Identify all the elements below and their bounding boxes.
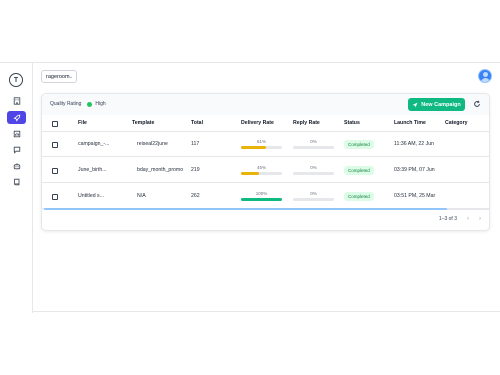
col-delivery-rate[interactable]: Delivery Rate [241,115,274,131]
col-category[interactable]: Category [445,115,468,131]
sidebar-item-chat[interactable] [7,143,26,156]
sidebar-item-dashboard[interactable] [7,94,26,107]
template-name: bday_month_promo [137,167,184,173]
col-file[interactable]: File [78,115,87,131]
delivery-percent: 45% [256,165,266,171]
app-logo[interactable]: T [9,73,23,87]
col-status[interactable]: Status [344,115,360,131]
reply-bar [293,146,334,149]
file-name[interactable]: June_birth... [78,158,107,182]
campaigns-card: Quality Rating High New Campaign File Te… [41,93,490,231]
table-row[interactable]: campaign_-... reiseal22june 117 61% 0% Comple… [42,132,489,157]
bot-icon [13,162,20,169]
template-name: N/A [137,193,146,199]
delivery-percent: 100% [255,191,268,197]
rocket-icon [12,114,20,122]
row-checkbox[interactable] [52,142,58,148]
col-total[interactable]: Total [191,115,203,131]
reply-bar [293,172,334,175]
reply-percent: 0% [310,165,317,171]
reply-rate: 0% [293,132,334,156]
select-all-checkbox[interactable] [52,121,58,127]
status-dot-icon [87,101,93,107]
delivery-bar [241,146,282,149]
row-checkbox[interactable] [52,168,58,174]
delivery-rate: 61% [241,132,282,156]
status-badge: Completed [344,165,374,175]
avatar-head [483,72,488,77]
total-count: 262 [191,193,200,199]
row-checkbox[interactable] [52,194,58,200]
chat-icon [13,146,20,154]
delivery-percent: 61% [256,139,266,145]
table-row[interactable]: June_birth... bday_month_promo 219 45% 0% Com… [42,158,489,183]
sidebar-item-campaigns[interactable] [7,111,26,124]
reply-percent: 0% [310,191,317,197]
launch-time: 11:36 AM, 22 Jun [394,141,434,147]
col-launch-time[interactable]: Launch Time [394,115,426,131]
new-campaign-label: New Campaign [421,101,461,108]
status-badge: Completed [344,191,374,201]
delivery-bar-fill [241,198,282,201]
table-row[interactable]: Untitled s... N/A 262 100% 0% Completed 03:51 … [42,184,489,209]
pagination-range: 1–3 of 3 [438,216,457,222]
book-icon [13,178,19,185]
total-count: 219 [191,167,200,173]
reply-rate: 0% [293,158,334,182]
delivery-rate: 100% [241,184,282,208]
pagination: 1–3 of 3 ‹ › [439,212,481,226]
file-name[interactable]: campaign_-... [78,132,109,156]
reply-rate: 0% [293,184,334,208]
launch-time: 03:39 PM, 07 Jun [394,167,435,173]
status-cell: Completed [344,158,374,182]
status-cell: Completed [344,184,374,208]
sidebar-item-bot[interactable] [7,159,26,172]
workspace-label: rageroom [46,73,70,80]
sidebar-item-reports[interactable] [7,127,26,140]
sidebar: T [0,63,33,313]
chart-icon [13,130,20,137]
delivery-rate: 45% [241,158,282,182]
launch-time: 03:51 PM, 25 Mar [394,193,436,199]
scrollbar-thumb[interactable] [44,208,447,210]
sidebar-item-docs[interactable] [7,175,26,188]
prev-page-icon[interactable]: ‹ [467,216,469,222]
delivery-bar-fill [241,146,266,149]
table-header: File Template Total Delivery Rate Reply … [42,115,489,132]
next-page-icon[interactable]: › [479,216,481,222]
workspace-selector[interactable]: rageroom ⌄ [41,70,77,83]
total-count: 117 [191,141,200,147]
file-name[interactable]: Untitled s... [78,184,104,208]
app-window: T rageroom ⌄ Quality Rating High New Cam… [0,62,500,313]
card-header: Quality Rating High New Campaign [42,94,489,115]
avatar-body [481,78,490,82]
reply-bar [293,198,334,201]
template-name: reiseal22june [137,141,168,147]
status-cell: Completed [344,132,374,156]
col-reply-rate[interactable]: Reply Rate [293,115,320,131]
chevron-down-icon: ⌄ [68,74,73,80]
quality-label: Quality Rating [50,101,82,107]
avatar[interactable] [478,69,492,83]
send-icon [412,102,418,107]
horizontal-scrollbar[interactable] [44,208,489,210]
building-icon [13,96,20,105]
delivery-bar [241,198,282,201]
quality-value: High [95,101,106,107]
reply-percent: 0% [310,139,317,145]
col-template[interactable]: Template [132,115,154,131]
status-badge: Completed [344,139,374,149]
logo-letter: T [13,76,19,84]
quality-rating: Quality Rating High [50,101,106,107]
delivery-bar-fill [241,172,260,175]
delivery-bar [241,172,282,175]
new-campaign-button[interactable]: New Campaign [408,98,465,111]
refresh-icon[interactable] [473,100,481,108]
